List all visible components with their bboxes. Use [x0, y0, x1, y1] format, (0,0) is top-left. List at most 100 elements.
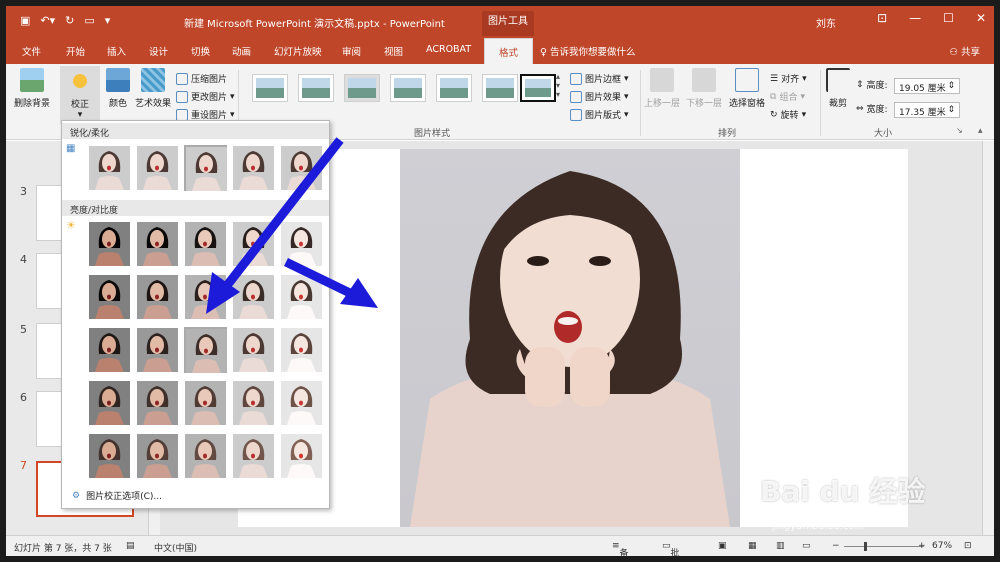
tab-insert[interactable]: 插入 — [107, 44, 126, 58]
selected-picture[interactable] — [400, 149, 740, 527]
picture-corrections-options[interactable]: ⚙ 图片校正选项(C)... — [72, 489, 162, 503]
brightness-contrast-option[interactable] — [136, 274, 179, 320]
send-backward-button[interactable]: 下移一层 — [684, 68, 724, 109]
width-input[interactable]: 17.35 厘米 ⇕ — [894, 102, 960, 118]
picture-layout-button[interactable]: 图片版式 ▾ — [570, 108, 629, 121]
brightness-contrast-option[interactable] — [280, 327, 323, 373]
remove-background-button[interactable]: 删除背景 — [12, 68, 52, 109]
brightness-contrast-option[interactable] — [136, 327, 179, 373]
normal-view-icon[interactable]: ▣ — [718, 541, 727, 551]
picture-style-1[interactable] — [252, 74, 288, 102]
brightness-contrast-option[interactable] — [136, 433, 179, 479]
tab-animations[interactable]: 动画 — [232, 44, 251, 58]
brightness-contrast-option[interactable] — [88, 433, 131, 479]
group-button[interactable]: ⧉ 组合 ▾ — [770, 90, 805, 104]
corrections-button[interactable]: 校正 ▾ — [60, 66, 100, 124]
picture-style-6[interactable] — [482, 74, 518, 102]
zoom-slider-thumb[interactable] — [864, 542, 867, 551]
zoom-slider-track[interactable] — [844, 546, 924, 547]
fit-to-window-icon[interactable]: ⊡ — [964, 541, 972, 551]
reading-view-icon[interactable]: ▥ — [776, 541, 785, 551]
zoom-level[interactable]: 67% — [932, 541, 952, 551]
sharpen-option[interactable] — [88, 145, 131, 191]
undo-icon[interactable]: ↶▾ — [40, 14, 55, 27]
ribbon-display-icon[interactable]: ⊡ — [877, 11, 887, 25]
rotate-button[interactable]: ↻ 旋转 ▾ — [770, 108, 806, 122]
artistic-effects-button[interactable]: 艺术效果 — [130, 68, 176, 109]
sharpen-option[interactable] — [232, 145, 275, 191]
brightness-contrast-option[interactable] — [280, 274, 323, 320]
spellcheck-icon[interactable]: ▤ — [126, 541, 135, 551]
brightness-contrast-option[interactable] — [184, 221, 227, 267]
customize-qat-icon[interactable]: ▾ — [105, 14, 111, 27]
brightness-contrast-option[interactable] — [232, 274, 275, 320]
collapse-ribbon-icon[interactable]: ▴ — [978, 126, 983, 136]
brightness-contrast-option[interactable] — [136, 221, 179, 267]
maximize-icon[interactable]: ☐ — [943, 11, 954, 25]
sharpen-option[interactable] — [184, 145, 227, 191]
brightness-contrast-option[interactable] — [232, 221, 275, 267]
slideshow-view-icon[interactable]: ▭ — [802, 541, 811, 551]
save-icon[interactable]: ▣ — [20, 14, 30, 27]
crop-button[interactable]: 裁剪 — [822, 68, 854, 109]
tab-home[interactable]: 开始 — [66, 44, 85, 58]
brightness-contrast-option[interactable] — [184, 274, 227, 320]
zoom-out-icon[interactable]: − — [832, 541, 840, 551]
picture-style-2[interactable] — [298, 74, 334, 102]
brightness-contrast-option[interactable] — [280, 433, 323, 479]
tell-me-box[interactable]: ♀ 告诉我你想要做什么 — [540, 44, 636, 58]
tab-transitions[interactable]: 切换 — [191, 44, 210, 58]
compress-pictures-button[interactable]: 压缩图片 — [176, 72, 227, 85]
brightness-contrast-option[interactable] — [280, 380, 323, 426]
picture-style-4[interactable] — [390, 74, 426, 102]
gallery-scroll[interactable]: ▴ ▾ ▾ — [556, 72, 560, 99]
share-button[interactable]: ⚇ 共享 — [949, 44, 980, 58]
minimize-icon[interactable]: — — [909, 11, 921, 25]
zoom-in-icon[interactable]: + — [918, 541, 926, 551]
picture-style-7[interactable] — [520, 74, 556, 102]
size-dialog-launcher-icon[interactable]: ↘ — [956, 126, 963, 135]
brightness-contrast-option[interactable] — [232, 433, 275, 479]
brightness-contrast-option[interactable] — [184, 380, 227, 426]
user-name[interactable]: 刘东 — [816, 15, 836, 30]
correction-preview-icon — [281, 328, 322, 372]
tab-acrobat[interactable]: ACROBAT — [426, 44, 471, 55]
sharpen-option[interactable] — [280, 145, 323, 191]
brightness-contrast-option[interactable] — [88, 221, 131, 267]
height-input[interactable]: 19.05 厘米 ⇕ — [894, 78, 960, 94]
brightness-contrast-option[interactable] — [232, 380, 275, 426]
picture-style-5[interactable] — [436, 74, 472, 102]
comments-button[interactable]: ▭ 批注 — [662, 541, 680, 556]
change-picture-button[interactable]: 更改图片 ▾ — [176, 90, 235, 103]
spinner-icon[interactable]: ⇕ — [947, 81, 955, 91]
brightness-contrast-option[interactable] — [88, 380, 131, 426]
picture-border-button[interactable]: 图片边框 ▾ — [570, 72, 629, 85]
slide-scrollbar[interactable] — [982, 141, 994, 535]
tab-slideshow[interactable]: 幻灯片放映 — [274, 44, 322, 58]
picture-effects-button[interactable]: 图片效果 ▾ — [570, 90, 629, 103]
tab-format[interactable]: 格式 — [484, 38, 534, 64]
sharpen-option[interactable] — [136, 145, 179, 191]
notes-button[interactable]: ≡ 备注 — [612, 541, 629, 556]
tab-design[interactable]: 设计 — [149, 44, 168, 58]
brightness-contrast-option[interactable] — [184, 433, 227, 479]
close-icon[interactable]: ✕ — [976, 11, 986, 25]
brightness-contrast-option[interactable] — [280, 221, 323, 267]
brightness-contrast-option[interactable] — [136, 380, 179, 426]
bring-forward-button[interactable]: 上移一层 — [642, 68, 682, 109]
brightness-contrast-option[interactable] — [88, 327, 131, 373]
align-button[interactable]: ☰ 对齐 ▾ — [770, 72, 807, 86]
slide-sorter-icon[interactable]: ▦ — [748, 541, 757, 551]
brightness-contrast-option[interactable] — [184, 327, 227, 373]
brightness-contrast-option[interactable] — [88, 274, 131, 320]
selection-pane-button[interactable]: 选择窗格 — [726, 68, 768, 109]
slideshow-icon[interactable]: ▭ — [84, 14, 94, 27]
brightness-contrast-option[interactable] — [232, 327, 275, 373]
redo-icon[interactable]: ↻ — [65, 14, 74, 27]
language-indicator[interactable]: 中文(中国) — [154, 541, 197, 554]
tab-review[interactable]: 审阅 — [342, 44, 361, 58]
tab-file[interactable]: 文件 — [22, 44, 41, 58]
spinner-icon[interactable]: ⇕ — [947, 105, 955, 115]
tab-view[interactable]: 视图 — [384, 44, 403, 58]
picture-style-3[interactable] — [344, 74, 380, 102]
